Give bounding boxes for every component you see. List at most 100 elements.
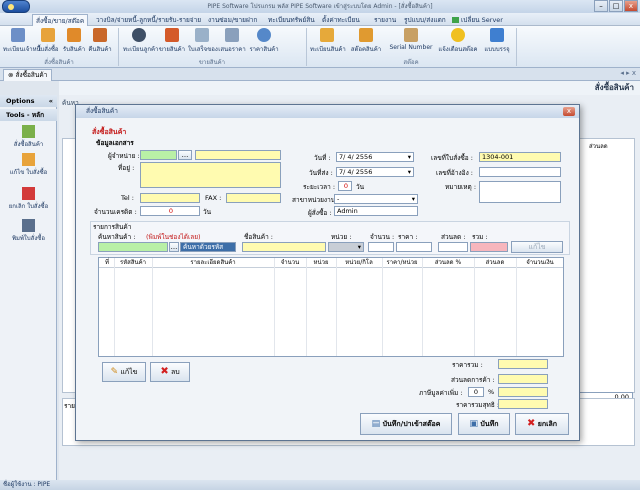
options-header[interactable]: Options « <box>0 95 57 107</box>
ribbon-stock-alert-button[interactable]: แจ้งเตือนสต๊อค <box>438 28 478 56</box>
left-tools-panel: Options « Tools - หลัก สั่งซื้อสินค้า แก้… <box>0 95 57 480</box>
ribbon-purchase-order-button[interactable]: ใบสั่งซื้อ <box>36 28 60 56</box>
due-date-value: 7/ 4/ 2556 <box>339 168 373 176</box>
branch-select[interactable]: - ▾ <box>334 194 418 204</box>
ribbon-button-label: ใบเสร็จของ <box>188 46 218 53</box>
ribbon-receive-goods-button[interactable]: รับสินค้า <box>62 28 86 56</box>
cancel-button[interactable]: ✖ ยกเลิก <box>515 413 569 435</box>
left-new-order-button[interactable]: สั่งซื้อสินค้า <box>2 125 55 149</box>
price-label: ราคา : <box>398 233 418 241</box>
left-print-order-button[interactable]: พิมพ์ใบสั่งซื้อ <box>2 219 55 243</box>
close-button[interactable]: x <box>624 0 638 12</box>
ribbon-creditor-register-button[interactable]: ทะเบียนเจ้าหนี้ <box>3 28 41 56</box>
supplier-code-input[interactable] <box>140 150 177 160</box>
save-button[interactable]: ▣ บันทึก <box>458 413 510 435</box>
collapse-icon[interactable]: « <box>49 95 53 107</box>
price-input[interactable] <box>396 242 432 252</box>
col-header-qty: จำนวน <box>280 259 300 266</box>
note-input[interactable] <box>479 181 561 203</box>
chevron-down-icon[interactable]: ▾ <box>358 243 361 251</box>
tel-label: Tel : <box>121 194 134 202</box>
credit-days-input[interactable]: 0 <box>140 206 200 216</box>
grid-column-divider <box>152 258 153 356</box>
order-items-grid[interactable]: ที่ รหัสสินค้า รายละเอียดสินค้า จำนวน หน… <box>98 257 564 357</box>
items-section-label: รายการสินค้า <box>93 223 132 231</box>
cancel-x-icon: ✖ <box>526 418 536 429</box>
period-input[interactable]: 0 <box>338 181 352 191</box>
ribbon-quotation-button[interactable]: เสนอราคา <box>218 28 246 56</box>
fax-input[interactable] <box>226 193 281 203</box>
ribbon-return-goods-button[interactable]: คืนสินค้า <box>88 28 112 56</box>
date-label: วันที่ : <box>314 154 331 162</box>
product-name-input[interactable] <box>242 242 326 252</box>
menu-tab-change-server-label: เปลี่ยน Server <box>461 16 503 24</box>
ribbon-product-price-button[interactable]: ราคาสินค้า <box>248 28 280 56</box>
bill-discount-input[interactable] <box>498 374 548 384</box>
col-header-description: รายละเอียดสินค้า <box>190 259 236 266</box>
col-header-amount: จำนวนเงิน <box>526 259 554 266</box>
due-date-picker[interactable]: 7/ 4/ 2556 ▾ <box>336 167 414 177</box>
tab-close-icon[interactable]: ⊗ <box>8 71 13 79</box>
dialog-close-button[interactable]: x <box>563 107 575 116</box>
menu-tab-repair[interactable]: งานซ่อม/ขายฝาก <box>208 14 257 26</box>
document-tab-label: สั่งซื้อสินค้า <box>15 71 48 79</box>
ribbon-serial-number-button[interactable]: Serial Number <box>388 28 434 56</box>
document-tab-purchase-order[interactable]: ⊗ สั่งซื้อสินค้า <box>3 69 53 81</box>
menu-tab-change-server[interactable]: เปลี่ยน Server <box>452 14 503 26</box>
tab-strip-controls[interactable]: ◂ ▸ x <box>620 69 636 77</box>
ribbon-button-label: แบบบรรจุ <box>484 46 510 53</box>
ribbon-sell-goods-button[interactable]: ขายสินค้า <box>158 28 186 56</box>
chevron-down-icon[interactable]: ▾ <box>412 195 415 203</box>
reference-input[interactable] <box>479 167 561 177</box>
orderer-label: ผู้สั่งซื้อ : <box>308 209 332 217</box>
search-product-browse-button[interactable]: ... <box>169 242 179 252</box>
search-product-input[interactable] <box>98 242 168 252</box>
ribbon-product-register-button[interactable]: ทะเบียนสินค้า <box>310 28 346 56</box>
menu-tab-settings[interactable]: ตั้งค่าทะเบียน <box>322 14 360 26</box>
minimize-button[interactable]: – <box>594 0 608 12</box>
ribbon-receipt-button[interactable]: ใบเสร็จของ <box>188 28 218 56</box>
background-page-header: สั่งซื้อสินค้า <box>59 81 640 95</box>
maximize-button[interactable]: □ <box>609 0 623 12</box>
supplier-browse-button[interactable]: ... <box>178 150 192 160</box>
dialog-title-bar[interactable]: สั่งซื้อสินค้า <box>76 105 579 118</box>
quantity-input[interactable] <box>368 242 394 252</box>
address-input[interactable] <box>140 162 281 188</box>
ribbon-button-label: ทะเบียนสินค้า <box>310 46 346 53</box>
status-bar: ชื่อผู้ใช้งาน : PIPE <box>0 480 640 490</box>
vat-rate-input[interactable]: 0 <box>468 387 484 397</box>
menu-tab-format[interactable]: รูปแบบ/ส่งแดก <box>404 14 446 26</box>
order-date-picker[interactable]: 7/ 4/ 2556 ▾ <box>336 152 414 162</box>
discount-input[interactable] <box>438 242 468 252</box>
save-to-stock-button[interactable]: ▤ บันทึก/ปาเข้าสต๊อค <box>360 413 452 435</box>
app-menu-orb[interactable] <box>2 0 30 13</box>
supplier-name-input[interactable] <box>195 150 281 160</box>
line-total-label: รวม : <box>472 233 488 241</box>
ribbon-packing-button[interactable]: แบบบรรจุ <box>482 28 512 56</box>
ribbon-customer-register-button[interactable]: ทะเบียนลูกค้า <box>123 28 158 56</box>
window-controls: – □ x <box>594 0 638 12</box>
edit-item-button[interactable]: ✎ แก้ไข <box>102 362 146 382</box>
ribbon-stock-button[interactable]: สต๊อคสินค้า <box>350 28 382 56</box>
order-date-value: 7/ 4/ 2556 <box>339 153 373 161</box>
left-edit-order-button[interactable]: แก้ไข ใบสั่งซื้อ <box>2 153 55 177</box>
tools-header[interactable]: Tools - หลัก <box>0 109 57 121</box>
left-cancel-order-button[interactable]: ยกเลิก ใบสั่งซื้อ <box>2 187 55 211</box>
search-mode-select[interactable]: ค้นหาด้วยรหัส <box>180 242 236 252</box>
receive-goods-icon <box>67 28 81 42</box>
menu-tab-assets[interactable]: ทะเบียนทรัพย์สิน <box>268 14 315 26</box>
edit-row-button[interactable]: แก้ไข <box>511 241 563 253</box>
tel-input[interactable] <box>140 193 200 203</box>
tools-label: Tools - หลัก <box>6 111 45 119</box>
delete-item-button[interactable]: ✖ ลบ <box>150 362 190 382</box>
menu-tab-billing[interactable]: วางบิล/จ่ายหนี้-ลูกหนี้/รายรับ-รายจ่าย <box>96 14 201 26</box>
menu-tab-reports[interactable]: รายงาน <box>374 14 396 26</box>
warning-icon <box>451 28 465 42</box>
orderer-input[interactable]: Admin <box>334 206 418 216</box>
ribbon-button-label: Serial Number <box>389 44 433 51</box>
unit-select[interactable]: ▾ <box>328 242 364 252</box>
menu-tab-purchase-sale-stock[interactable]: สั่งซื้อ/ขาย/สต๊อค <box>32 14 89 26</box>
po-number-input[interactable]: 1304-001 <box>479 152 561 162</box>
calendar-dropdown-icon[interactable]: ▾ <box>408 168 411 176</box>
calendar-dropdown-icon[interactable]: ▾ <box>408 153 411 161</box>
